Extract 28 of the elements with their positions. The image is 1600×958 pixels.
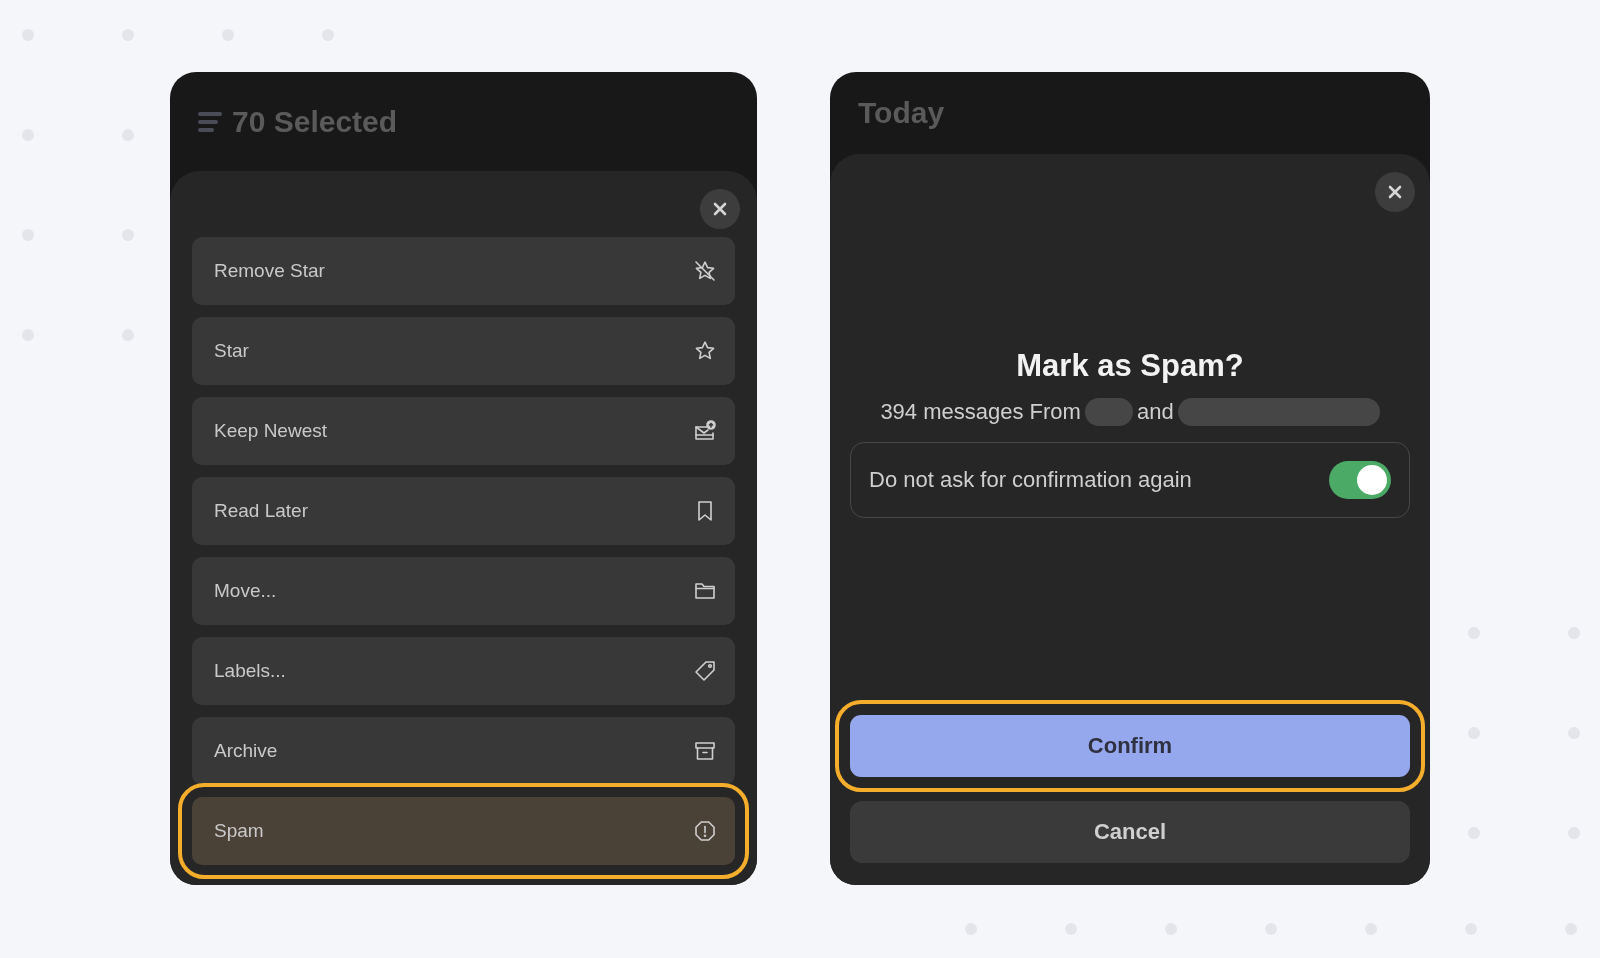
confirm-button[interactable]: Confirm (835, 700, 1425, 792)
list-icon (198, 110, 222, 133)
subtitle-text: and (1136, 399, 1174, 425)
dialog-title: Mark as Spam? (1015, 348, 1245, 384)
header-title: Today (858, 96, 945, 130)
crossed-star-icon (693, 259, 717, 283)
inbox-upload-icon (693, 419, 717, 443)
menu-item[interactable]: Labels... (192, 637, 735, 705)
alert-icon (693, 819, 717, 843)
tag-icon (693, 659, 717, 683)
redaction-bar (1084, 398, 1133, 426)
subtitle-text: 394 messages From (880, 399, 1081, 425)
header-title: 70 Selected (232, 104, 398, 139)
menu-item[interactable]: Keep Newest (192, 397, 735, 465)
close-icon (713, 202, 727, 216)
toggle-label: Do not ask for confirmation again (869, 467, 1192, 493)
close-icon (1388, 185, 1402, 199)
cancel-button[interactable]: Cancel (850, 801, 1410, 863)
close-button[interactable] (700, 189, 740, 229)
menu-item[interactable]: Spam (192, 797, 735, 865)
toggle-switch[interactable] (1329, 461, 1391, 499)
menu-item[interactable]: Read Later (192, 477, 735, 545)
menu-item[interactable]: Star (192, 317, 735, 385)
menu-item[interactable]: Archive (192, 717, 735, 785)
menu-item[interactable]: Remove Star (192, 237, 735, 305)
archive-icon (693, 739, 717, 763)
close-button[interactable] (1375, 172, 1415, 212)
menu-item[interactable]: Move... (192, 557, 735, 625)
